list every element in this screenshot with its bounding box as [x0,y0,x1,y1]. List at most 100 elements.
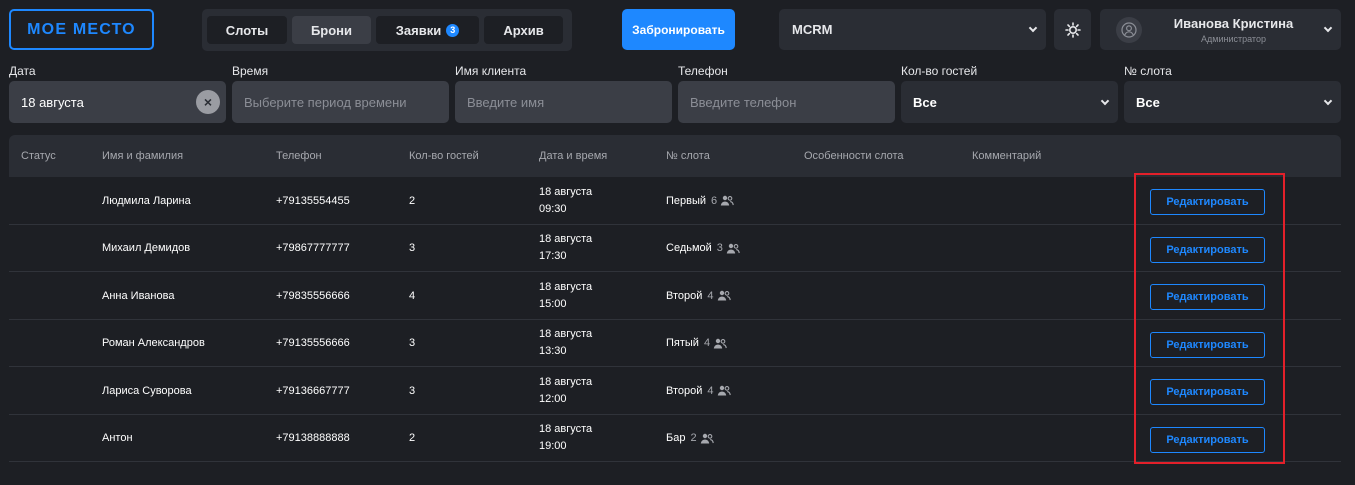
date-value: 18 августа [21,94,84,110]
people-icon [726,243,740,254]
booking-date: 18 августа [539,233,593,245]
booking-date: 18 августа [539,375,593,388]
booking-time: 15:00 [539,297,567,310]
phone-placeholder: Введите телефон [690,94,797,110]
user-avatar-icon [1116,16,1142,43]
slot-capacity: 4 [703,337,711,349]
column-header: Особенности слота [804,150,904,162]
filter-label: № слота [1124,64,1172,78]
slot-name: Бар [666,432,686,444]
filter-date: Дата 18 августа × [9,60,226,123]
time-period-field[interactable]: Выберите период времени [232,81,449,123]
slot-cell: Первый 6 [666,177,734,224]
theme-toggle-button[interactable] [1054,9,1091,50]
time-placeholder: Выберите период времени [244,94,407,110]
client-name: Анна Иванова [102,289,175,302]
top-bar: МОЕ МЕСТО Слоты Брони Заявки 3 Архив Забр… [0,0,1355,60]
slot-name: Седьмой [666,242,712,254]
close-icon[interactable]: × [196,90,220,114]
column-header: Дата и время [539,150,608,162]
slot-cell: Бар 2 [666,415,714,462]
column-header: Статус [21,150,56,162]
column-header: Кол-во гостей [409,150,479,162]
nav-tabs: Слоты Брони Заявки 3 Архив [202,9,572,51]
chevron-down-icon [1028,23,1038,33]
guests-value: Все [913,94,937,110]
guest-count: 2 [409,194,416,207]
filter-label: Имя клиента [455,64,527,78]
client-phone: +79135556666 [276,337,350,349]
guest-count: 3 [409,337,416,349]
slot-value: Все [1136,94,1160,110]
chevron-down-icon [1323,96,1333,105]
guest-count: 4 [409,289,416,302]
booking-time: 09:30 [539,202,567,215]
tab-label: Архив [503,22,544,38]
guests-select[interactable]: Все [901,81,1118,123]
slot-name: Первый [666,194,707,207]
people-icon [720,195,734,206]
booking-datetime: 18 августа 17:30 [539,225,592,272]
date-field[interactable]: 18 августа × [9,81,226,123]
filter-guests: Кол-во гостей Все [901,60,1118,123]
client-name: Людмила Ларина [102,194,191,207]
tab-label: Заявки [395,22,442,38]
tab-label: Брони [310,22,353,38]
venue-select-value: MCRM [792,22,833,37]
filter-client: Имя клиента Введите имя [455,60,672,123]
slot-capacity: 2 [690,432,697,444]
tab-slots[interactable]: Слоты [207,16,287,44]
people-icon [713,338,727,349]
client-phone: +79136667777 [276,384,350,397]
phone-input[interactable]: Введите телефон [678,81,895,123]
column-header: Имя и фамилия [102,150,184,162]
tab-requests[interactable]: Заявки 3 [376,16,479,44]
booking-datetime: 18 августа 13:30 [539,320,592,367]
book-button[interactable]: Забронировать [622,9,735,50]
column-header: Комментарий [972,150,1042,162]
client-phone: +79135554455 [276,194,350,207]
client-name-input[interactable]: Введите имя [455,81,672,123]
user-menu[interactable]: Иванова Кристина Администратор [1100,9,1341,50]
chevron-down-icon [1100,96,1110,105]
venue-select[interactable]: MCRM [779,9,1046,50]
slot-cell: Второй 4 [666,272,731,319]
slot-name: Второй [666,384,703,397]
tab-archive[interactable]: Архив [484,16,563,44]
user-role: Администратор [1201,33,1266,44]
sun-gear-icon [1064,21,1081,38]
client-placeholder: Введите имя [467,94,545,110]
client-name: Лариса Суворова [102,384,192,397]
guest-count: 2 [409,432,416,444]
column-header: Телефон [276,150,322,162]
client-name: Михаил Демидов [102,242,191,254]
slot-name: Пятый [666,337,699,349]
slot-name: Второй [666,289,703,302]
booking-date: 18 августа [539,423,593,435]
tab-bookings[interactable]: Брони [292,16,371,44]
guest-count: 3 [409,242,416,254]
guest-count: 3 [409,384,416,397]
booking-time: 17:30 [539,250,567,262]
filter-label: Телефон [678,64,728,78]
edit-buttons-highlight [1134,173,1285,464]
logo[interactable]: МОЕ МЕСТО [9,9,154,50]
people-icon [700,433,714,444]
client-name: Антон [102,432,133,444]
client-name: Роман Александров [102,337,205,349]
chevron-down-icon [1323,23,1333,33]
slot-capacity: 3 [716,242,723,254]
requests-count-badge: 3 [446,23,460,37]
slot-capacity: 6 [711,194,718,207]
slot-cell: Пятый 4 [666,320,727,367]
filter-time: Время Выберите период времени [232,60,449,123]
slot-cell: Седьмой 3 [666,225,740,272]
slot-capacity: 4 [707,289,714,302]
filter-label: Кол-во гостей [901,64,978,78]
people-icon [717,385,731,396]
slot-select[interactable]: Все [1124,81,1341,123]
filter-phone: Телефон Введите телефон [678,60,895,123]
booking-date: 18 августа [539,185,593,198]
client-phone: +79835556666 [276,289,350,302]
booking-time: 19:00 [539,440,567,452]
